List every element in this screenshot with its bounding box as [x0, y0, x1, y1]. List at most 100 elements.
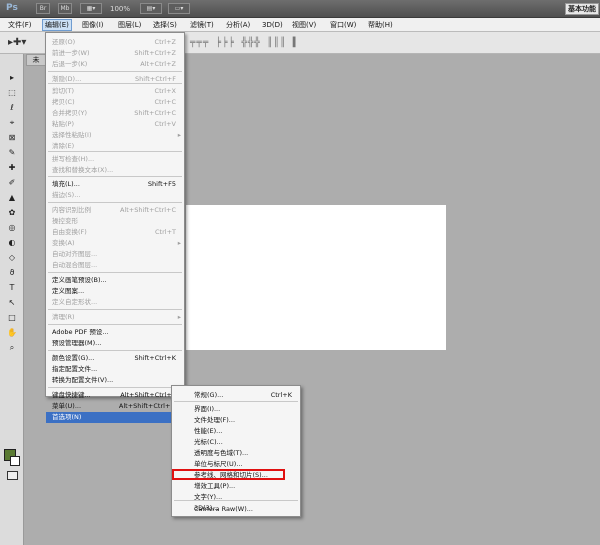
edit-menu-item[interactable]: 填充(L)... Shift+F5: [46, 179, 184, 190]
edit-menu-item[interactable]: 自动混合图层...: [46, 260, 184, 271]
path-select-tool-icon[interactable]: □: [5, 312, 19, 324]
quick-mask-icon[interactable]: [7, 471, 18, 480]
screen-mode-icon[interactable]: ▭▾: [168, 3, 190, 14]
edit-menu-item[interactable]: 转换为配置文件(V)...: [46, 375, 184, 386]
move-tool-icon[interactable]: ▸: [5, 72, 19, 84]
preferences-menu-item[interactable]: 文件处理(F)...: [172, 415, 300, 426]
menu-item-label: 拼写检查(H)...: [52, 155, 95, 163]
view-extras-icon[interactable]: ▦▾: [80, 3, 102, 14]
menu-item-shortcut: Ctrl+K: [270, 391, 292, 399]
edit-menu-item[interactable]: 预设管理器(M)...: [46, 338, 184, 349]
edit-menu-item[interactable]: 操控变形: [46, 216, 184, 227]
menu-item-label: 查找和替换文本(X)...: [52, 166, 114, 174]
edit-menu-item[interactable]: 选择性粘贴(I) ▸: [46, 130, 184, 141]
arrange-documents-icon[interactable]: ▤▾: [140, 3, 162, 14]
crop-tool-icon[interactable]: ⊠: [5, 132, 19, 144]
brush-tool-icon[interactable]: ✐: [5, 177, 19, 189]
edit-menu-item[interactable]: 定义图案...: [46, 286, 184, 297]
menu-item-shortcut: Ctrl+C: [154, 98, 176, 106]
edit-menu-item[interactable]: 剪切(T) Ctrl+X: [46, 86, 184, 97]
eyedropper-tool-icon[interactable]: ✎: [5, 147, 19, 159]
move-tool-preset-icon[interactable]: ▸✚▾: [8, 37, 26, 48]
menu-view[interactable]: 视图(V): [290, 19, 318, 31]
pen-tool-icon[interactable]: T: [5, 282, 19, 294]
edit-menu-item[interactable]: 描边(S)...: [46, 190, 184, 201]
edit-menu-item[interactable]: 拷贝(C) Ctrl+C: [46, 97, 184, 108]
gradient-tool-icon[interactable]: ◐: [5, 237, 19, 249]
edit-menu-item[interactable]: 内容识别比例 Alt+Shift+Ctrl+C: [46, 205, 184, 216]
edit-menu-item[interactable]: 自动对齐图层...: [46, 249, 184, 260]
eraser-tool-icon[interactable]: ◎: [5, 222, 19, 234]
title-bar: Ps Br Mb ▦▾ 100% ▤▾ ▭▾ 基本功能: [0, 0, 600, 18]
menu-help[interactable]: 帮助(H): [366, 19, 395, 31]
align-distribute-icons[interactable]: ╤╤╤ ╞╞╞ ╬╬╬ ║║║ ▌: [190, 38, 299, 48]
marquee-tool-icon[interactable]: ⬚: [5, 87, 19, 99]
menu-item-label: 增效工具(P)...: [194, 482, 236, 490]
preferences-menu-item[interactable]: Camera Raw(W)...: [172, 504, 300, 515]
document-tab[interactable]: 未: [26, 54, 46, 66]
preferences-menu-item[interactable]: 文字(Y)...: [172, 492, 300, 503]
edit-menu-item[interactable]: 渐隐(D)... Shift+Ctrl+F: [46, 74, 184, 85]
menu-item-label: 拷贝(C): [52, 98, 75, 106]
menu-item-shortcut: Alt+Shift+Ctrl+C: [119, 206, 176, 214]
stamp-tool-icon[interactable]: ▲: [5, 192, 19, 204]
edit-menu-item[interactable]: 拼写检查(H)...: [46, 154, 184, 165]
edit-menu-item[interactable]: 清除(E): [46, 141, 184, 152]
edit-menu-item[interactable]: 清理(R) ▸: [46, 312, 184, 323]
edit-menu-item[interactable]: 变换(A) ▸: [46, 238, 184, 249]
menu-file[interactable]: 文件(F): [6, 19, 34, 31]
preferences-menu-item[interactable]: 性能(E)...: [172, 426, 300, 437]
preferences-menu-item[interactable]: 界面(I)...: [172, 404, 300, 415]
quick-select-tool-icon[interactable]: ⌖: [5, 117, 19, 129]
hand-tool-icon[interactable]: ⌕: [5, 342, 19, 354]
edit-menu-item[interactable]: 后退一步(K) Alt+Ctrl+Z: [46, 59, 184, 70]
history-brush-tool-icon[interactable]: ✿: [5, 207, 19, 219]
menu-layer[interactable]: 图层(L): [116, 19, 143, 31]
healing-tool-icon[interactable]: ✚: [5, 162, 19, 174]
menu-item-label: 定义图案...: [52, 287, 85, 295]
menu-item-label: 自动混合图层...: [52, 261, 98, 269]
document-canvas[interactable]: [186, 205, 446, 350]
dodge-tool-icon[interactable]: ϑ: [5, 267, 19, 279]
menu-item-label: 转换为配置文件(V)...: [52, 376, 114, 384]
menu-item-shortcut: Alt+Ctrl+Z: [140, 60, 176, 68]
menu-analysis[interactable]: 分析(A): [224, 19, 252, 31]
edit-menu-item[interactable]: 自由变换(F) Ctrl+T: [46, 227, 184, 238]
menu-edit[interactable]: 编辑(E): [42, 19, 72, 31]
preferences-menu-item[interactable]: 常规(G)... Ctrl+K: [172, 390, 300, 401]
blur-tool-icon[interactable]: ◇: [5, 252, 19, 264]
menu-window[interactable]: 窗口(W): [328, 19, 358, 31]
type-tool-icon[interactable]: ↖: [5, 297, 19, 309]
edit-menu-item[interactable]: Adobe PDF 预设...: [46, 327, 184, 338]
edit-menu-item[interactable]: 前进一步(W) Shift+Ctrl+Z: [46, 48, 184, 59]
edit-menu-item[interactable]: 指定配置文件...: [46, 364, 184, 375]
background-color-swatch[interactable]: [10, 456, 20, 466]
bridge-icon[interactable]: Br: [36, 3, 50, 14]
edit-menu-item[interactable]: 定义画笔预设(B)...: [46, 275, 184, 286]
menu-separator: [48, 387, 182, 388]
menu-item-label: 描边(S)...: [52, 191, 81, 199]
workspace-switcher-button[interactable]: 基本功能: [565, 3, 599, 15]
edit-menu-item[interactable]: 查找和替换文本(X)...: [46, 165, 184, 176]
edit-menu-item[interactable]: 定义自定形状...: [46, 297, 184, 308]
lasso-tool-icon[interactable]: ℓ: [5, 102, 19, 114]
menu-item-shortcut: Ctrl+T: [155, 228, 176, 236]
zoom-level[interactable]: 100%: [110, 5, 130, 13]
menu-separator: [174, 401, 298, 402]
edit-menu-item[interactable]: 粘贴(P) Ctrl+V: [46, 119, 184, 130]
edit-menu-item[interactable]: 合并拷贝(Y) Shift+Ctrl+C: [46, 108, 184, 119]
edit-menu-item[interactable]: 颜色设置(G)... Shift+Ctrl+K: [46, 353, 184, 364]
preferences-menu-item[interactable]: 增效工具(P)...: [172, 481, 300, 492]
mini-bridge-icon[interactable]: Mb: [58, 3, 72, 14]
menu-3d[interactable]: 3D(D): [260, 19, 285, 31]
preferences-menu-item[interactable]: 透明度与色域(T)...: [172, 448, 300, 459]
edit-menu-item[interactable]: 还原(O) Ctrl+Z: [46, 37, 184, 48]
menu-image[interactable]: 图像(I): [80, 19, 106, 31]
menu-select[interactable]: 选择(S): [151, 19, 179, 31]
edit-menu-item[interactable]: 菜单(U)... Alt+Shift+Ctrl+M: [46, 401, 184, 412]
menu-filter[interactable]: 滤镜(T): [188, 19, 216, 31]
shape-tool-icon[interactable]: ✋: [5, 327, 19, 339]
edit-menu-item[interactable]: 键盘快捷键... Alt+Shift+Ctrl+K: [46, 390, 184, 401]
preferences-menu-item[interactable]: 光标(C)...: [172, 437, 300, 448]
edit-menu-item[interactable]: 首选项(N)▸: [46, 412, 184, 423]
